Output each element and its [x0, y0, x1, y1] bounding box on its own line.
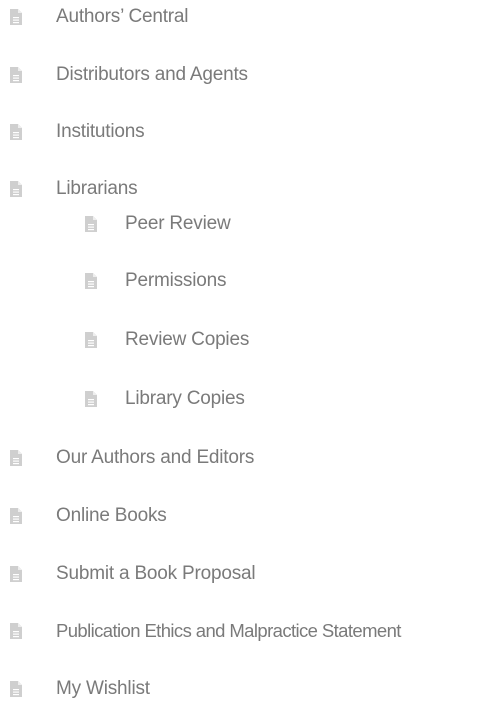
menu-item-submit-a-book-proposal[interactable]: Submit a Book Proposal — [10, 562, 256, 586]
menu-item-label: My Wishlist — [56, 678, 150, 699]
submenu-item-label: Review Copies — [125, 329, 250, 350]
menu-item-our-authors-and-editors[interactable]: Our Authors and Editors — [10, 446, 254, 470]
menu-item-label: Online Books — [56, 505, 167, 526]
submenu-item-permissions[interactable]: Permissions — [85, 269, 226, 293]
submenu-item-library-copies[interactable]: Library Copies — [85, 387, 245, 411]
submenu-item-label: Library Copies — [125, 388, 245, 409]
submenu-item-review-copies[interactable]: Review Copies — [85, 328, 249, 352]
submenu-item-label: Permissions — [125, 270, 227, 291]
menu-item-librarians[interactable]: Librarians — [10, 177, 138, 201]
menu-item-publication-ethics[interactable]: Publication Ethics and Malpractice State… — [10, 619, 401, 643]
menu-item-institutions[interactable]: Institutions — [10, 120, 145, 144]
menu-item-label: Our Authors and Editors — [56, 447, 255, 468]
document-icon — [10, 67, 22, 83]
menu-item-label: Librarians — [56, 178, 138, 199]
document-icon — [85, 273, 97, 289]
menu-item-label: Submit a Book Proposal — [56, 563, 256, 584]
document-icon — [10, 508, 22, 524]
menu-item-label: Authors’ Central — [56, 6, 189, 27]
menu-item-label: Distributors and Agents — [56, 64, 248, 85]
menu-item-label: Institutions — [56, 121, 145, 142]
document-icon — [10, 623, 22, 639]
document-icon — [10, 181, 22, 197]
submenu-item-peer-review[interactable]: Peer Review — [85, 212, 231, 236]
menu-item-distributors-and-agents[interactable]: Distributors and Agents — [10, 63, 248, 87]
menu-item-authors-central[interactable]: Authors’ Central — [10, 5, 189, 29]
side-menu: Authors’ Central Distributors and Agents… — [0, 0, 504, 706]
document-icon — [85, 332, 97, 348]
document-icon — [85, 216, 97, 232]
submenu-item-label: Peer Review — [125, 213, 231, 234]
document-icon — [10, 681, 22, 697]
document-icon — [10, 566, 22, 582]
menu-item-label: Publication Ethics and Malpractice State… — [56, 620, 401, 641]
document-icon — [10, 124, 22, 140]
menu-item-online-books[interactable]: Online Books — [10, 504, 167, 528]
menu-item-my-wishlist[interactable]: My Wishlist — [10, 677, 150, 701]
document-icon — [10, 450, 22, 466]
document-icon — [85, 391, 97, 407]
document-icon — [10, 9, 22, 25]
